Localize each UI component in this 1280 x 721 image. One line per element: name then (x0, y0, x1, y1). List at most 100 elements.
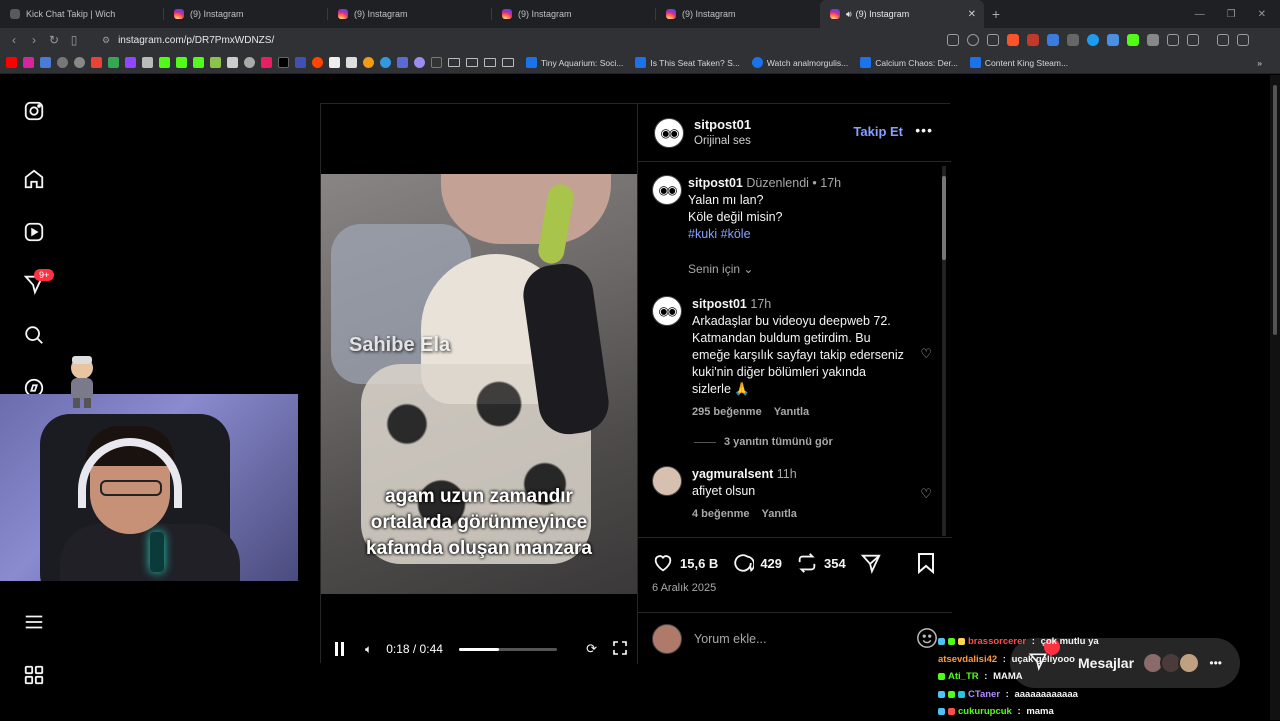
extension-icon[interactable] (1127, 34, 1139, 46)
cast-icon[interactable] (947, 34, 959, 46)
anchor-bookmark-icon[interactable] (227, 57, 238, 68)
instagram-bookmark-icon[interactable] (23, 57, 34, 68)
reddit-bookmark-icon[interactable] (312, 57, 323, 68)
video-player[interactable]: Sahibe Ela agam uzun zamandır ortalarda … (321, 104, 637, 664)
comment-likes[interactable]: 295 beğenme (692, 404, 762, 421)
bookmark-icon[interactable] (125, 57, 136, 68)
folder-icon[interactable] (502, 58, 514, 67)
bookmark-watch[interactable]: Watch analmorgulis... (751, 57, 848, 68)
kick-bookmark-icon[interactable] (176, 57, 187, 68)
bookmark-icon[interactable] (210, 57, 221, 68)
sidebar-icon[interactable] (1187, 34, 1199, 46)
comment-likes[interactable]: 4 beğenme (692, 506, 749, 523)
bookmark-content-king[interactable]: Content King Steam... (969, 57, 1068, 68)
comment-username[interactable]: yagmuralsent (692, 467, 773, 481)
youtube-bookmark-icon[interactable] (6, 57, 17, 68)
site-settings-icon[interactable]: ⚙ (102, 35, 110, 46)
comment-username[interactable]: sitpost01 (692, 297, 747, 311)
forward-icon[interactable]: › (24, 33, 44, 47)
x-bookmark-icon[interactable] (278, 57, 289, 68)
author-username[interactable]: sitpost01 (694, 117, 751, 133)
bookmark-calcium-chaos[interactable]: Calcium Chaos: Der... (860, 57, 958, 68)
caption-username[interactable]: sitpost01 (688, 176, 743, 190)
commenter-avatar[interactable] (652, 466, 682, 496)
instagram-logo-icon[interactable] (22, 99, 46, 123)
view-replies-button[interactable]: 3 yanıtın tümünü gör (694, 436, 833, 448)
bookmark-icon[interactable] (397, 57, 408, 68)
comments-scrollbar[interactable] (941, 166, 947, 536)
search-icon[interactable] (22, 323, 46, 347)
video-progress-bar[interactable] (458, 647, 557, 651)
bookmark-icon[interactable] (363, 57, 374, 68)
folder-icon[interactable] (484, 58, 496, 67)
follow-button[interactable]: Takip Et (853, 124, 903, 139)
url-field[interactable]: ⚙ instagram.com/p/DR7PmxWDNZS/ (94, 30, 939, 50)
extension-icon[interactable] (1047, 34, 1059, 46)
amazon-bookmark-icon[interactable] (346, 57, 357, 68)
bookmark-icon[interactable] (295, 57, 306, 68)
minimize-icon[interactable]: — (1195, 9, 1205, 20)
more-bookmarks-icon[interactable]: » (1257, 58, 1262, 68)
repost-button[interactable]: 354 (796, 552, 846, 574)
page-scrollbar[interactable] (1270, 75, 1280, 720)
comment-button[interactable]: 429 (732, 552, 782, 574)
caption-hashtags[interactable]: #kuki #köle (688, 226, 928, 243)
bookmark-icon[interactable] (74, 57, 85, 68)
bookmark-seat-taken[interactable]: Is This Seat Taken? S... (635, 57, 740, 68)
share-icon[interactable] (987, 34, 999, 46)
share-button[interactable] (860, 552, 882, 574)
tab-instagram-active[interactable]: 🔊︎ (9) Instagram ✕ (820, 0, 984, 28)
home-icon[interactable] (22, 167, 46, 191)
author-avatar[interactable]: ◉◉ (654, 117, 684, 148)
like-comment-icon[interactable]: ♡ (920, 346, 932, 362)
close-window-icon[interactable]: ✕ (1258, 9, 1266, 20)
tab-instagram-4[interactable]: (9) Instagram (656, 0, 820, 28)
folder-icon[interactable] (466, 58, 478, 67)
reels-icon[interactable] (22, 220, 46, 244)
restore-icon[interactable]: ❐ (1227, 9, 1236, 20)
zoom-icon[interactable] (967, 34, 979, 46)
author-avatar[interactable]: ◉◉ (652, 175, 682, 205)
bookmark-icon[interactable] (414, 57, 425, 68)
reply-button[interactable]: Yanıtla (774, 404, 809, 421)
tab-instagram-3[interactable]: (9) Instagram (492, 0, 656, 28)
extensions-puzzle-icon[interactable] (1167, 34, 1179, 46)
menu-icon[interactable] (1237, 34, 1249, 46)
commenter-avatar[interactable]: ◉◉ (652, 296, 682, 326)
apps-grid-icon[interactable] (22, 663, 46, 687)
like-button[interactable]: 15,6 B (652, 552, 718, 574)
back-icon[interactable]: ‹ (4, 33, 24, 47)
drive-bookmark-icon[interactable] (108, 57, 119, 68)
bookmark-icon[interactable] (244, 57, 255, 68)
translation-toggle[interactable]: Senin için ⌄ (688, 261, 928, 278)
audio-label[interactable]: Orijinal ses (694, 133, 751, 149)
volume-icon[interactable]: 🔈︎ (365, 642, 372, 657)
gmail-bookmark-icon[interactable] (91, 57, 102, 68)
extension-icon[interactable] (1087, 34, 1099, 46)
brave-shield-icon[interactable] (1007, 34, 1019, 46)
tab-instagram-2[interactable]: (9) Instagram (328, 0, 492, 28)
more-options-icon[interactable]: ••• (915, 122, 933, 138)
bookmark-tiny-aquarium[interactable]: Tiny Aquarium: Soci... (526, 57, 623, 68)
bookmark-icon[interactable] (40, 57, 51, 68)
extension-icon[interactable] (1027, 34, 1039, 46)
bookmark-icon[interactable] (431, 57, 442, 68)
new-tab-button[interactable]: + (984, 6, 1008, 22)
bookmark-icon[interactable] (261, 57, 272, 68)
comment-input[interactable]: Yorum ekle... (694, 632, 767, 646)
tab-kick-chat[interactable]: Kick Chat Takip | Wich (0, 0, 164, 28)
reload-icon[interactable]: ↻ (44, 33, 64, 47)
kick-bookmark-icon[interactable] (159, 57, 170, 68)
tab-instagram-1[interactable]: (9) Instagram (164, 0, 328, 28)
like-comment-icon[interactable]: ♡ (920, 486, 932, 502)
save-post-button[interactable] (916, 552, 936, 579)
extension-icon[interactable] (1147, 34, 1159, 46)
bookmark-page-icon[interactable]: ▯ (64, 33, 84, 47)
extension-icon[interactable] (1107, 34, 1119, 46)
fullscreen-icon[interactable] (613, 640, 627, 658)
bookmark-icon[interactable] (57, 57, 68, 68)
close-tab-icon[interactable]: ✕ (968, 9, 976, 20)
bookmark-icon[interactable] (329, 57, 340, 68)
extension-icon[interactable] (1067, 34, 1079, 46)
folder-icon[interactable] (448, 58, 460, 67)
